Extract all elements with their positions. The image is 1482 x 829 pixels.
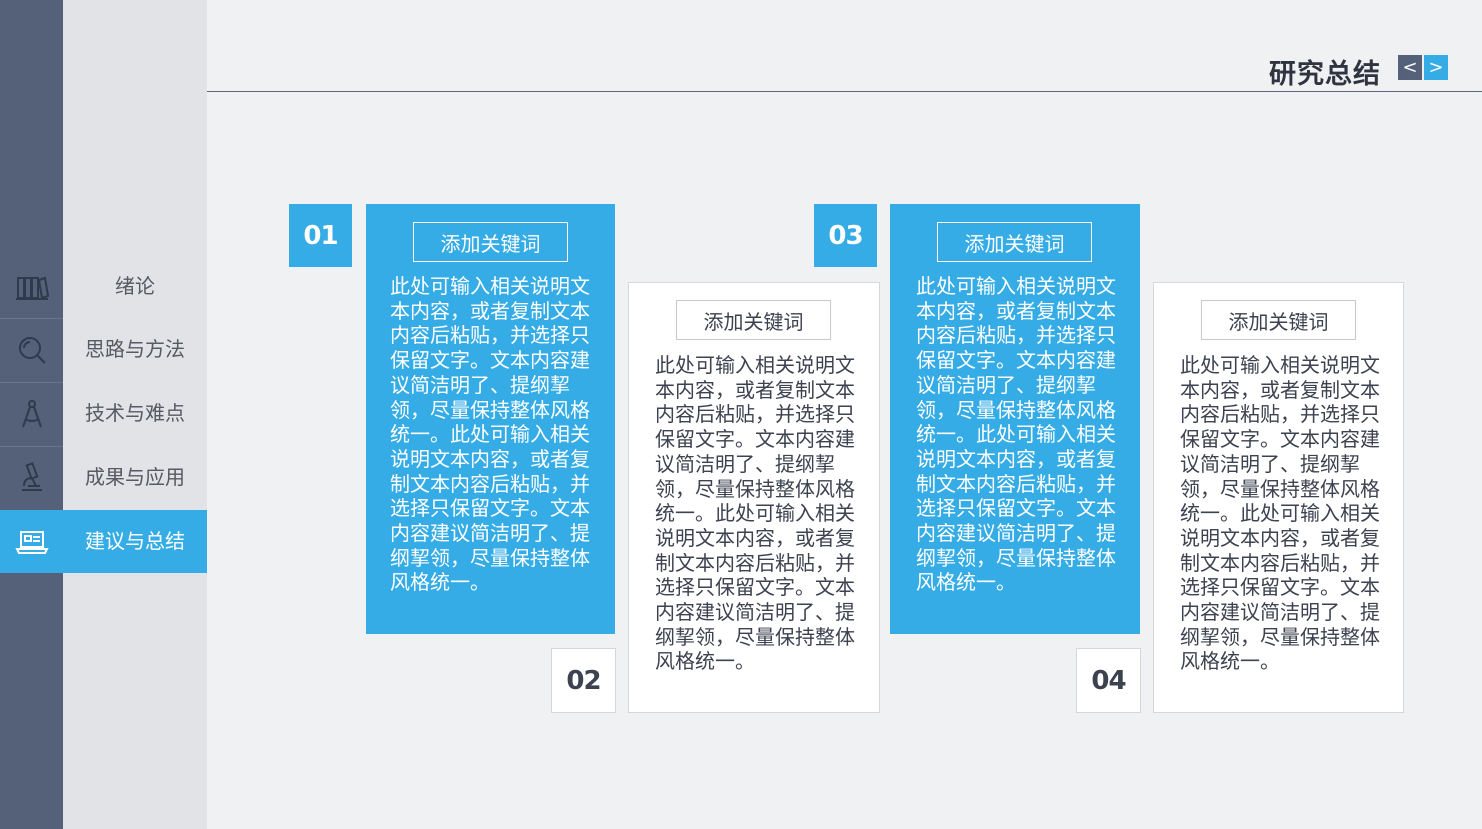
magnifier-icon: [0, 318, 63, 381]
keyword-tag[interactable]: 添加关键词: [1201, 300, 1356, 340]
card-number-04: 04: [1076, 648, 1141, 713]
sidebar-item-results[interactable]: 成果与应用: [0, 446, 207, 509]
sidebar-item-technology[interactable]: 技术与难点: [0, 382, 207, 445]
summary-card-2: 添加关键词 此处可输入相关说明文本内容，或者复制文本内容后粘贴，并选择只保留文字…: [628, 282, 880, 713]
keyword-tag[interactable]: 添加关键词: [937, 222, 1092, 262]
card-number-02: 02: [551, 648, 616, 713]
sidebar-item-label: 成果与应用: [85, 465, 185, 489]
sidebar-item-label: 建议与总结: [85, 529, 185, 553]
card-number-03: 03: [814, 204, 877, 267]
next-button[interactable]: >: [1424, 55, 1448, 80]
card-body-text: 此处可输入相关说明文本内容，或者复制文本内容后粘贴，并选择只保留文字。文本内容建…: [655, 353, 855, 674]
sidebar-item-label: 技术与难点: [85, 401, 185, 425]
summary-card-1: 添加关键词 此处可输入相关说明文本内容，或者复制文本内容后粘贴，并选择只保留文字…: [366, 204, 615, 634]
card-body-text: 此处可输入相关说明文本内容，或者复制文本内容后粘贴，并选择只保留文字。文本内容建…: [916, 274, 1116, 595]
sidebar-item-label: 绪论: [115, 274, 155, 298]
prev-button[interactable]: <: [1398, 55, 1422, 80]
chevron-right-icon: >: [1428, 57, 1444, 78]
microscope-icon: [0, 446, 63, 509]
header-divider: [207, 91, 1482, 92]
compass-icon: [0, 382, 63, 445]
sidebar-item-summary[interactable]: 建议与总结: [0, 510, 207, 573]
page-title: 研究总结: [1269, 59, 1381, 90]
card-body-text: 此处可输入相关说明文本内容，或者复制文本内容后粘贴，并选择只保留文字。文本内容建…: [1180, 353, 1380, 674]
laptop-icon: [0, 510, 63, 573]
card-body-text: 此处可输入相关说明文本内容，或者复制文本内容后粘贴，并选择只保留文字。文本内容建…: [390, 274, 590, 595]
sidebar-item-label: 思路与方法: [85, 337, 185, 361]
summary-card-4: 添加关键词 此处可输入相关说明文本内容，或者复制文本内容后粘贴，并选择只保留文字…: [1153, 282, 1404, 713]
chevron-left-icon: <: [1402, 57, 1418, 78]
card-number-01: 01: [289, 204, 352, 267]
summary-card-3: 添加关键词 此处可输入相关说明文本内容，或者复制文本内容后粘贴，并选择只保留文字…: [890, 204, 1140, 634]
books-icon: [0, 255, 63, 318]
sidebar-item-intro[interactable]: 绪论: [0, 255, 207, 318]
sidebar-item-methods[interactable]: 思路与方法: [0, 318, 207, 381]
keyword-tag[interactable]: 添加关键词: [676, 300, 831, 340]
keyword-tag[interactable]: 添加关键词: [413, 222, 568, 262]
